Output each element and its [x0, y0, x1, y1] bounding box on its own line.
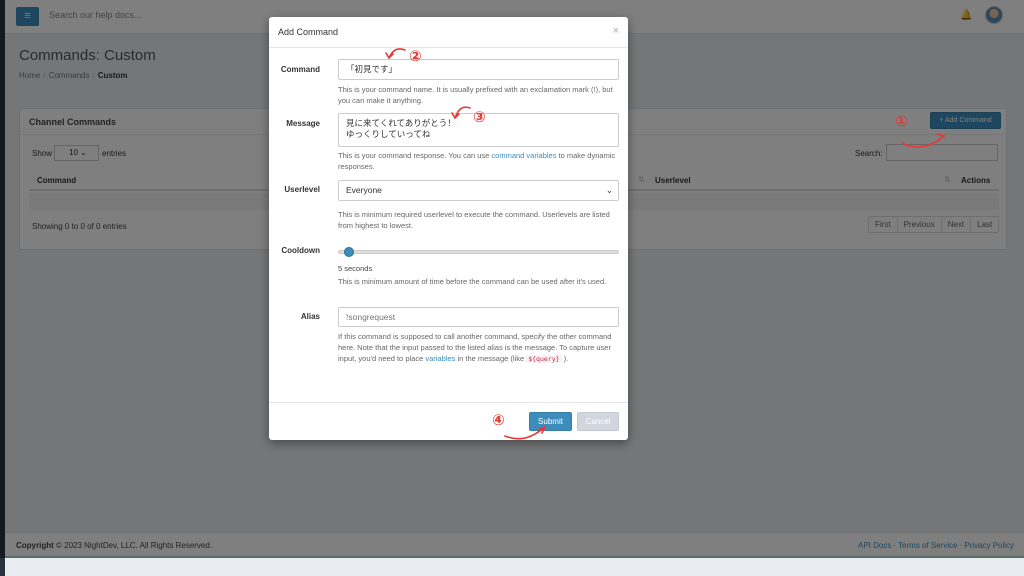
step-3-marker: ③: [473, 109, 486, 126]
message-help: This is your command response. You can u…: [338, 151, 616, 171]
userlevel-select[interactable]: Everyone ⌄: [338, 180, 619, 201]
command-input[interactable]: 「初見です」: [338, 59, 619, 80]
close-icon[interactable]: ×: [613, 25, 619, 37]
submit-button[interactable]: Submit: [529, 412, 572, 431]
modal-header: Add Command ×: [269, 17, 628, 48]
modal-title: Add Command: [278, 27, 339, 37]
step-4-marker: ④: [492, 412, 505, 429]
query-code: ${query}: [526, 355, 562, 363]
modal-footer-divider: [269, 402, 628, 403]
message-label: Message: [286, 119, 320, 128]
command-help: This is your command name. It is usually…: [338, 85, 613, 105]
cooldown-slider-track[interactable]: [338, 250, 619, 254]
alias-help: If this command is supposed to call anot…: [338, 332, 612, 363]
cooldown-label: Cooldown: [281, 246, 320, 255]
cancel-button[interactable]: Cancel: [577, 412, 619, 431]
message-line-2: ゆっくりしていってね: [346, 129, 431, 139]
step-2-marker: ②: [409, 48, 422, 65]
alias-input[interactable]: [338, 307, 619, 327]
command-label: Command: [280, 65, 320, 74]
cooldown-slider-handle[interactable]: [344, 247, 354, 257]
userlevel-help: This is minimum required userlevel to ex…: [338, 210, 610, 230]
step-1-marker: ①: [895, 113, 908, 130]
cooldown-help: This is minimum amount of time before th…: [338, 277, 607, 286]
variables-link[interactable]: variables: [425, 354, 455, 363]
alias-label: Alias: [300, 312, 320, 321]
userlevel-value: Everyone: [346, 185, 382, 195]
cooldown-value: 5 seconds: [338, 264, 373, 273]
add-command-modal: Add Command × Command 「初見です」 This is you…: [269, 17, 628, 440]
chevron-down-icon: ⌄: [605, 185, 613, 195]
command-variables-link[interactable]: command variables: [491, 151, 556, 160]
userlevel-label: Userlevel: [284, 185, 320, 194]
